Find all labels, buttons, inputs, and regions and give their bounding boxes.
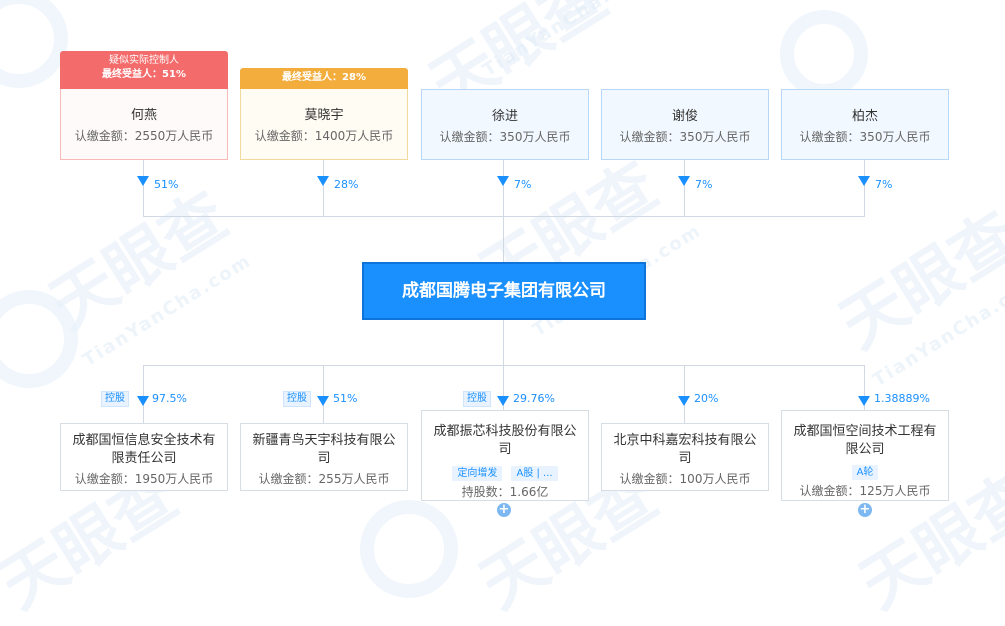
control-tag: 控股: [101, 391, 129, 407]
shareholder-card[interactable]: 谢俊 认缴金额：350万人民币: [601, 89, 769, 160]
down-arrow-icon: [497, 176, 509, 186]
watermark-logo-circle: [0, 0, 68, 88]
shareholder-amount: 认缴金额：350万人民币: [799, 130, 931, 144]
watermark-logo-circle: [0, 290, 78, 388]
investment-card[interactable]: 北京中科嘉宏科技有限公司 认缴金额：100万人民币: [601, 423, 769, 491]
down-arrow-icon: [678, 396, 690, 406]
shareholder-card[interactable]: 何燕 认缴金额：2550万人民币: [60, 89, 228, 160]
connector-line: [864, 160, 865, 217]
investment-card[interactable]: 新疆青鸟天宇科技有限公司 认缴金额：255万人民币: [240, 423, 408, 491]
connector-line: [323, 160, 324, 217]
holding-percent: 7%: [695, 178, 713, 191]
shareholder-amount: 认缴金额：1400万人民币: [254, 129, 394, 143]
investment-name: 成都振芯科技股份有限公司: [433, 424, 577, 457]
investment-name: 成都国恒信息安全技术有限责任公司: [72, 433, 216, 466]
investment-percent: 51%: [333, 392, 358, 405]
watermark-logo-circle: [360, 500, 458, 598]
watermark-domain: TianYanCha.com: [869, 270, 1005, 391]
badge-line: 疑似实际控制人: [109, 55, 179, 66]
controller-badge: 疑似实际控制人 最终受益人：51%: [60, 51, 228, 89]
investment-amount: 认缴金额：100万人民币: [619, 472, 751, 486]
investment-percent: 1.38889%: [874, 392, 930, 405]
shareholder-card[interactable]: 莫晓宇 认缴金额：1400万人民币: [240, 89, 408, 160]
shareholder-name: 徐进: [491, 109, 518, 124]
market-chip: A股 | ...: [511, 466, 558, 481]
connector-line: [143, 160, 144, 217]
watermark-text: 天眼查: [828, 198, 1005, 364]
beneficiary-badge: 最终受益人：28%: [240, 68, 408, 94]
expand-plus-icon[interactable]: +: [497, 503, 511, 517]
holding-percent: 7%: [875, 178, 893, 191]
round-chip: A轮: [851, 465, 879, 480]
center-company[interactable]: 成都国腾电子集团有限公司: [362, 262, 646, 320]
investment-card[interactable]: 成都国恒信息安全技术有限责任公司 认缴金额：1950万人民币: [60, 423, 228, 491]
investment-card[interactable]: 成都振芯科技股份有限公司 定向增发 A股 | ... 持股数：1.66亿: [421, 410, 589, 501]
control-tag: 控股: [463, 391, 491, 407]
shareholder-amount: 认缴金额：2550万人民币: [74, 129, 214, 143]
down-arrow-icon: [137, 176, 149, 186]
watermark-domain: TianYanCha.com: [79, 250, 256, 371]
investment-name: 北京中科嘉宏科技有限公司: [613, 433, 757, 466]
watermark-logo-circle: [780, 10, 868, 98]
financing-chip: 定向增发: [452, 466, 503, 481]
expand-plus-icon[interactable]: +: [858, 503, 872, 517]
connector-line: [143, 365, 144, 423]
investment-amount: 认缴金额：255万人民币: [258, 472, 390, 486]
connector-line: [684, 365, 685, 423]
down-arrow-icon: [137, 396, 149, 406]
shareholder-name: 谢俊: [671, 109, 698, 124]
shareholder-amount: 认缴金额：350万人民币: [439, 130, 571, 144]
investment-percent: 97.5%: [152, 392, 187, 405]
investment-card[interactable]: 成都国恒空间技术工程有限公司 A轮 认缴金额：125万人民币: [781, 410, 949, 501]
investment-amount: 认缴金额：125万人民币: [799, 484, 931, 498]
control-tag: 控股: [283, 391, 311, 407]
watermark-domain: TianYanCha.com: [479, 0, 656, 81]
investment-chips: A轮: [782, 460, 948, 480]
down-arrow-icon: [858, 396, 870, 406]
connector-line: [684, 160, 685, 217]
investment-name: 成都国恒空间技术工程有限公司: [793, 424, 937, 457]
down-arrow-icon: [858, 176, 870, 186]
shareholder-amount: 认缴金额：350万人民币: [619, 130, 751, 144]
badge-line: 最终受益人：28%: [282, 72, 366, 83]
shareholder-name: 何燕: [130, 108, 157, 123]
down-arrow-icon: [678, 176, 690, 186]
investment-amount: 持股数：1.66亿: [461, 485, 549, 499]
investment-name: 新疆青鸟天宇科技有限公司: [252, 433, 396, 466]
investment-percent: 20%: [694, 392, 719, 405]
down-arrow-icon: [497, 396, 509, 406]
holding-percent: 28%: [334, 178, 359, 191]
shareholder-name: 柏杰: [851, 109, 878, 124]
connector-line: [143, 365, 865, 366]
down-arrow-icon: [317, 176, 329, 186]
connector-line: [323, 365, 324, 423]
shareholder-card[interactable]: 柏杰 认缴金额：350万人民币: [781, 89, 949, 160]
investment-chips: 定向增发 A股 | ...: [422, 461, 588, 481]
badge-line: 最终受益人：51%: [102, 69, 186, 80]
shareholder-name: 莫晓宇: [304, 108, 344, 123]
shareholder-card[interactable]: 徐进 认缴金额：350万人民币: [421, 89, 589, 160]
holding-percent: 51%: [154, 178, 179, 191]
connector-line: [143, 216, 865, 217]
holding-percent: 7%: [514, 178, 532, 191]
investment-amount: 认缴金额：1950万人民币: [74, 472, 214, 486]
down-arrow-icon: [317, 396, 329, 406]
investment-percent: 29.76%: [513, 392, 555, 405]
